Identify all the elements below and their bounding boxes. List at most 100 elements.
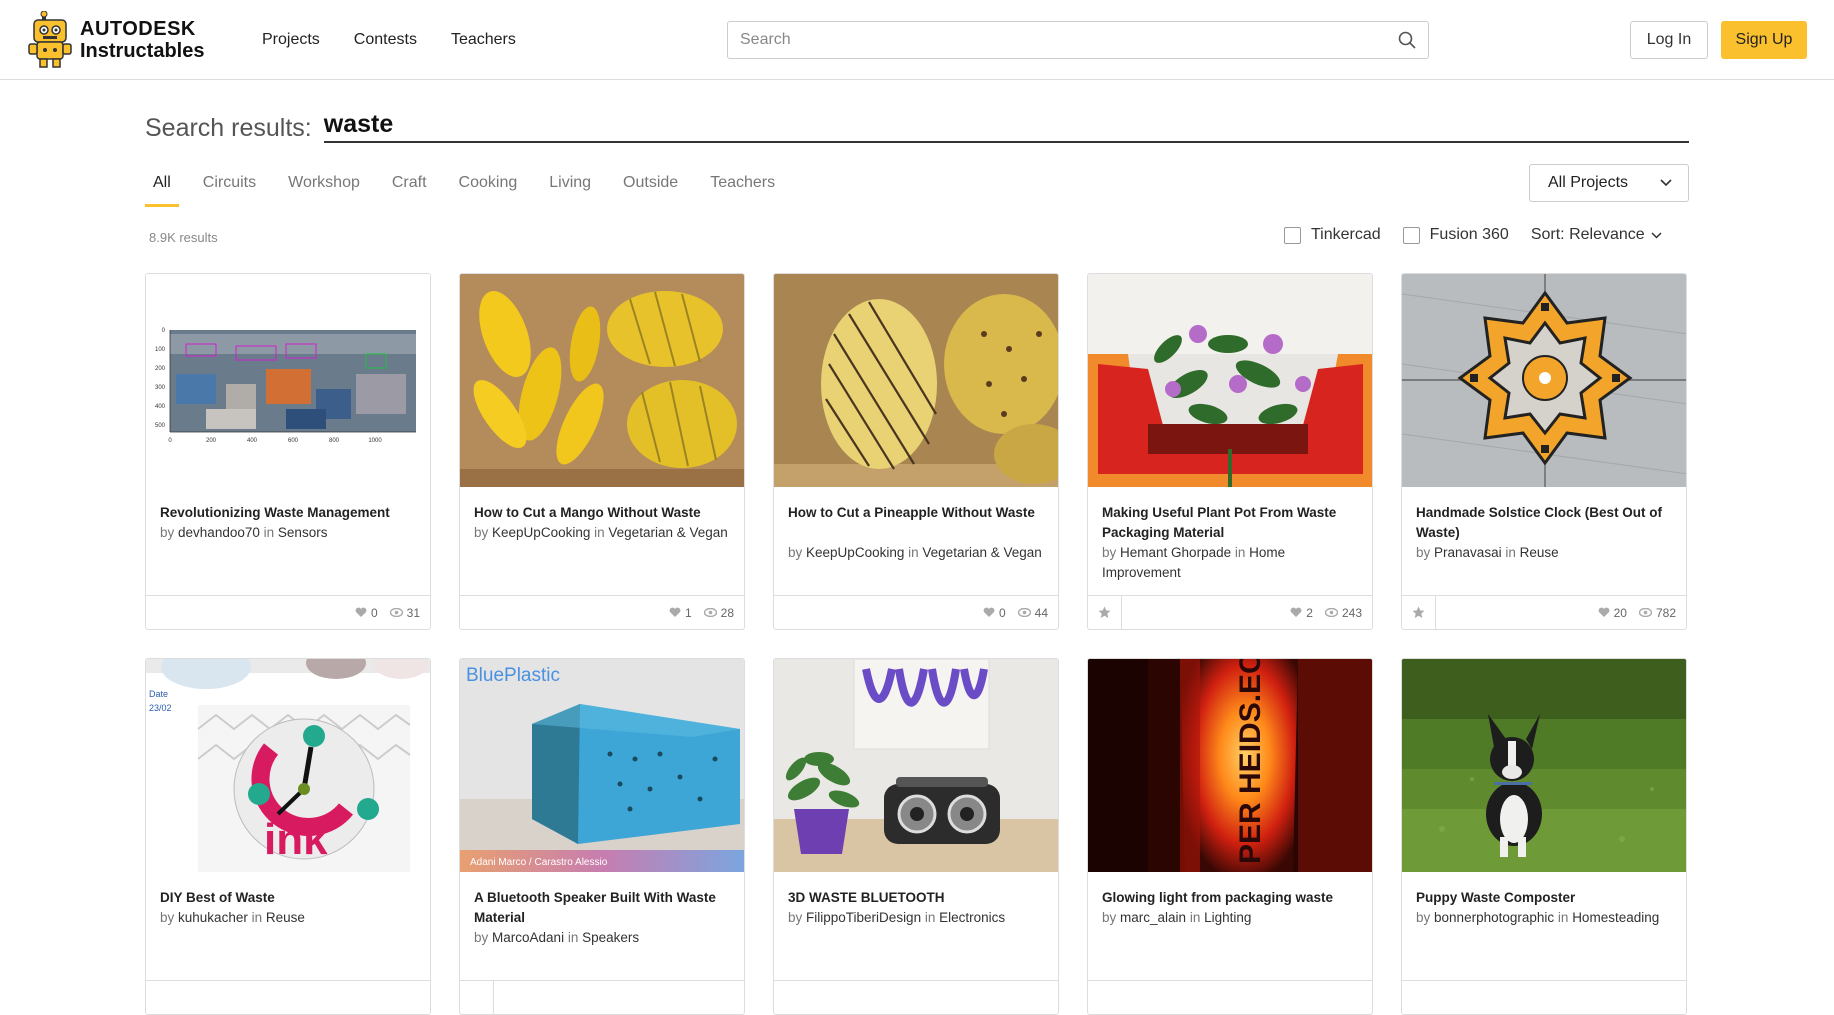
tab-outside[interactable]: Outside: [615, 170, 686, 207]
project-card[interactable]: BluePlastic Adani Marco / Carastro Aless…: [459, 658, 745, 1015]
card-title[interactable]: A Bluetooth Speaker Built With Waste Mat…: [474, 888, 734, 928]
sort-dropdown[interactable]: Sort: Relevance: [1531, 226, 1662, 244]
views-count: 31: [406, 605, 420, 620]
card-category-link[interactable]: Speakers: [582, 930, 639, 945]
card-title[interactable]: Glowing light from packaging waste: [1102, 888, 1362, 908]
card-title[interactable]: Handmade Solstice Clock (Best Out of Was…: [1416, 503, 1676, 543]
views-stat: 782: [1638, 606, 1676, 620]
card-category-link[interactable]: Reuse: [1520, 545, 1559, 560]
card-category-link[interactable]: Vegetarian & Vegan: [608, 525, 727, 540]
card-category-link[interactable]: Reuse: [266, 910, 305, 925]
thumb-credit-text: Adani Marco / Carastro Alessio: [470, 857, 608, 868]
fusion-checkbox[interactable]: [1402, 226, 1420, 244]
project-card[interactable]: 3D WASTE BLUETOOTH by FilippoTiberiDesig…: [773, 658, 1059, 1015]
signup-button[interactable]: Sign Up: [1721, 21, 1807, 59]
project-card[interactable]: PER HEIDS.EC Glowing light from packagin…: [1087, 658, 1373, 1015]
project-card[interactable]: Handmade Solstice Clock (Best Out of Was…: [1401, 273, 1687, 630]
filter-fusion[interactable]: Fusion 360: [1402, 226, 1509, 244]
tab-all[interactable]: All: [145, 170, 179, 207]
results-query-input[interactable]: waste: [323, 110, 1689, 143]
project-card[interactable]: How to Cut a Pineapple Without Waste by …: [773, 273, 1059, 630]
card-thumbnail[interactable]: [1088, 274, 1372, 487]
plot-ytick: 400: [155, 404, 166, 410]
likes-stat: 0: [355, 606, 378, 620]
site-logo[interactable]: AUTODESK Instructables: [28, 10, 262, 69]
featured-star-cell: [460, 981, 494, 1014]
card-author-link[interactable]: KeepUpCooking: [492, 525, 590, 540]
card-category-link[interactable]: Lighting: [1204, 910, 1251, 925]
nav-contests[interactable]: Contests: [354, 31, 417, 49]
card-thumbnail[interactable]: [774, 274, 1058, 487]
eye-icon: [703, 608, 717, 617]
project-card[interactable]: Making Useful Plant Pot From Waste Packa…: [1087, 273, 1373, 630]
card-category-link[interactable]: Sensors: [278, 525, 328, 540]
tab-teachers[interactable]: Teachers: [702, 170, 783, 207]
card-thumbnail[interactable]: Date 23/02 ink: [146, 659, 430, 872]
card-category-link[interactable]: Homesteading: [1572, 910, 1659, 925]
tab-circuits[interactable]: Circuits: [195, 170, 264, 207]
card-stats: [146, 980, 430, 1014]
main-nav: Projects Contests Teachers: [262, 31, 516, 49]
project-card[interactable]: Puppy Waste Composter by bonnerphotograp…: [1401, 658, 1687, 1015]
card-thumbnail[interactable]: 0 100 200 300 400 500 0 200 400 600 800 …: [146, 274, 430, 487]
sort-label: Sort: Relevance: [1530, 226, 1645, 243]
featured-star-cell: [1088, 596, 1122, 629]
card-title[interactable]: 3D WASTE BLUETOOTH: [788, 888, 1048, 908]
project-card[interactable]: How to Cut a Mango Without Waste by Keep…: [459, 273, 745, 630]
chevron-down-icon: [1660, 179, 1672, 187]
card-title[interactable]: DIY Best of Waste: [160, 888, 420, 908]
tinkercad-checkbox[interactable]: [1284, 226, 1301, 244]
card-author-link[interactable]: Pranavasai: [1434, 545, 1502, 560]
card-author-link[interactable]: MarcoAdani: [492, 930, 564, 945]
card-title[interactable]: How to Cut a Pineapple Without Waste: [788, 503, 1048, 523]
card-thumbnail[interactable]: [1402, 659, 1686, 872]
card-title[interactable]: Revolutionizing Waste Management: [160, 503, 420, 523]
card-stats: 0 31: [146, 595, 430, 629]
card-thumbnail[interactable]: PER HEIDS.EC: [1088, 659, 1372, 872]
plot-ytick: 100: [155, 347, 166, 353]
puppy-photo-image: [1402, 659, 1686, 872]
card-category-link[interactable]: Vegetarian & Vegan: [922, 545, 1041, 560]
card-thumbnail[interactable]: [1402, 274, 1686, 487]
card-stats: 20 782: [1402, 595, 1686, 629]
views-stat: 243: [1324, 606, 1362, 620]
filter-tinkercad[interactable]: Tinkercad: [1284, 226, 1381, 244]
card-author-link[interactable]: marc_alain: [1120, 910, 1186, 925]
search-input[interactable]: [740, 31, 1398, 49]
tab-workshop[interactable]: Workshop: [280, 170, 368, 207]
card-author-link[interactable]: KeepUpCooking: [806, 545, 904, 560]
card-thumbnail[interactable]: BluePlastic Adani Marco / Carastro Aless…: [460, 659, 744, 872]
views-stat: 28: [703, 606, 734, 620]
card-category-link[interactable]: Electronics: [939, 910, 1005, 925]
login-button[interactable]: Log In: [1630, 21, 1708, 59]
card-thumbnail[interactable]: [774, 659, 1058, 872]
plot-xtick: 1000: [368, 438, 382, 444]
project-card[interactable]: 0 100 200 300 400 500 0 200 400 600 800 …: [145, 273, 431, 630]
card-author-link[interactable]: Hemant Ghorpade: [1120, 545, 1231, 560]
results-grid: 0 100 200 300 400 500 0 200 400 600 800 …: [145, 273, 1687, 1015]
card-author-link[interactable]: FilippoTiberiDesign: [806, 910, 921, 925]
card-title[interactable]: Puppy Waste Composter: [1416, 888, 1676, 908]
tab-craft[interactable]: Craft: [384, 170, 435, 207]
project-type-select[interactable]: All Projects: [1529, 164, 1689, 202]
card-stats: 1 28: [460, 595, 744, 629]
likes-stat: 0: [983, 606, 1006, 620]
card-title[interactable]: How to Cut a Mango Without Waste: [474, 503, 734, 523]
tab-cooking[interactable]: Cooking: [451, 170, 526, 207]
nav-projects[interactable]: Projects: [262, 31, 320, 49]
tab-living[interactable]: Living: [541, 170, 599, 207]
nav-teachers[interactable]: Teachers: [451, 31, 516, 49]
results-label: Search results:: [145, 114, 312, 142]
card-meta: by Hemant Ghorpade in Home Improvement: [1102, 545, 1286, 580]
card-author-link[interactable]: devhandoo70: [178, 525, 260, 540]
search-icon[interactable]: [1398, 31, 1416, 49]
bluetooth-speaker-photo-image: BluePlastic Adani Marco / Carastro Aless…: [460, 659, 744, 872]
project-card[interactable]: Date 23/02 ink DIY Best of Waste by kuhu…: [145, 658, 431, 1015]
card-author-link[interactable]: kuhukacher: [178, 910, 248, 925]
card-thumbnail[interactable]: [460, 274, 744, 487]
views-stat: 44: [1017, 606, 1048, 620]
thumb-blueplastic-text: BluePlastic: [466, 665, 560, 686]
card-author-link[interactable]: bonnerphotographic: [1434, 910, 1554, 925]
result-filters: Tinkercad Fusion 360 Sort: Relevance: [1284, 226, 1662, 244]
card-title[interactable]: Making Useful Plant Pot From Waste Packa…: [1102, 503, 1362, 543]
